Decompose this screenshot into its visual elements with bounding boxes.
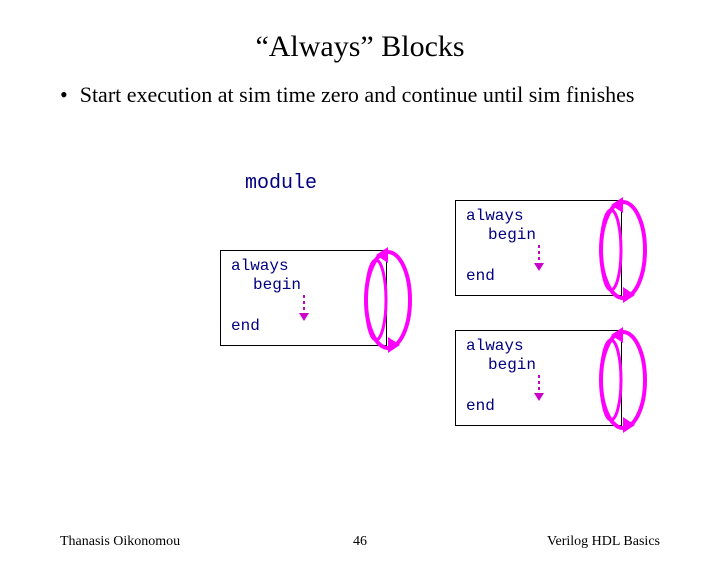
footer-author: Thanasis Oikonomou [60, 534, 180, 550]
footer-course: Verilog HDL Basics [547, 534, 660, 550]
cycle-arrow-icon [358, 245, 418, 360]
module-label: module [245, 172, 317, 195]
code-always: always [466, 207, 611, 226]
code-always: always [231, 257, 376, 276]
cycle-arrow-icon [593, 195, 653, 310]
bullet-text: Start execution at sim time zero and con… [80, 82, 635, 108]
bullet-item: • Start execution at sim time zero and c… [60, 82, 660, 108]
cycle-arrow-icon [593, 325, 653, 440]
bullet-dot: • [60, 82, 68, 108]
slide-title: “Always” Blocks [0, 30, 720, 64]
down-arrow-icon [529, 243, 549, 273]
code-always: always [466, 337, 611, 356]
down-arrow-icon [529, 373, 549, 403]
footer-page-number: 46 [353, 534, 367, 550]
down-arrow-icon [294, 293, 314, 323]
